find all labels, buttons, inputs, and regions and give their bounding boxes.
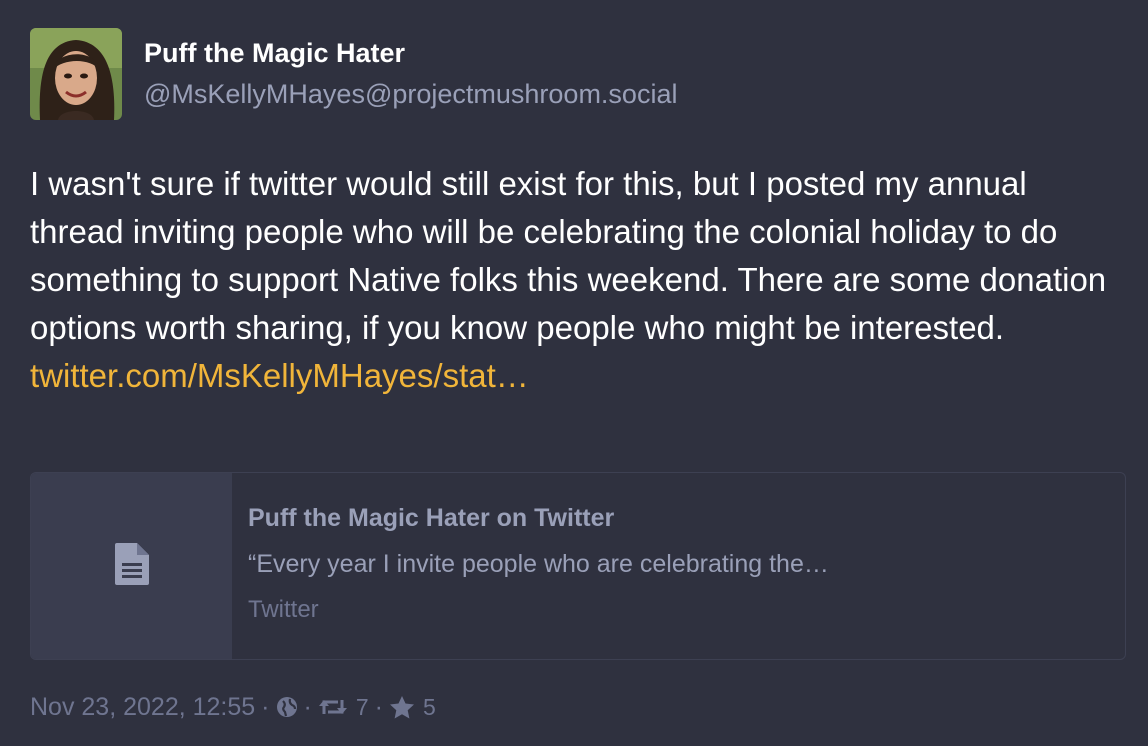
document-icon: [113, 542, 151, 591]
separator: ·: [303, 693, 312, 721]
avatar[interactable]: [30, 28, 122, 120]
card-provider: Twitter: [248, 596, 319, 623]
author: Puff the Magic Hater @MsKellyMHayes@proj…: [144, 28, 677, 109]
separator: ·: [374, 693, 383, 721]
link-preview-card[interactable]: Puff the Magic Hater on Twitter “Every y…: [30, 472, 1126, 660]
card-title: Puff the Magic Hater on Twitter: [248, 504, 615, 532]
status-text: I wasn't sure if twitter would still exi…: [30, 165, 1107, 346]
boost-count: 7: [355, 694, 369, 720]
status-content: I wasn't sure if twitter would still exi…: [30, 160, 1120, 400]
account-handle[interactable]: @MsKellyMHayes@projectmushroom.social: [144, 79, 677, 109]
retweet-icon[interactable]: [318, 696, 348, 718]
separator: ·: [261, 693, 270, 721]
card-thumbnail: [31, 473, 232, 659]
favourite-count: 5: [422, 694, 436, 720]
status-link[interactable]: twitter.com/MsKellyMHayes/stat…: [30, 352, 1120, 400]
status-header: Puff the Magic Hater @MsKellyMHayes@proj…: [30, 28, 1126, 120]
star-icon[interactable]: [389, 695, 415, 719]
status-meta: Nov 23, 2022, 12:55 · · 7 · 5: [30, 692, 436, 722]
timestamp[interactable]: Nov 23, 2022, 12:55: [30, 692, 255, 722]
status: Puff the Magic Hater @MsKellyMHayes@proj…: [30, 28, 1126, 721]
card-body: Puff the Magic Hater on Twitter “Every y…: [232, 473, 829, 659]
card-description: “Every year I invite people who are cele…: [248, 550, 829, 578]
globe-icon: [276, 696, 298, 718]
display-name[interactable]: Puff the Magic Hater: [144, 38, 677, 68]
